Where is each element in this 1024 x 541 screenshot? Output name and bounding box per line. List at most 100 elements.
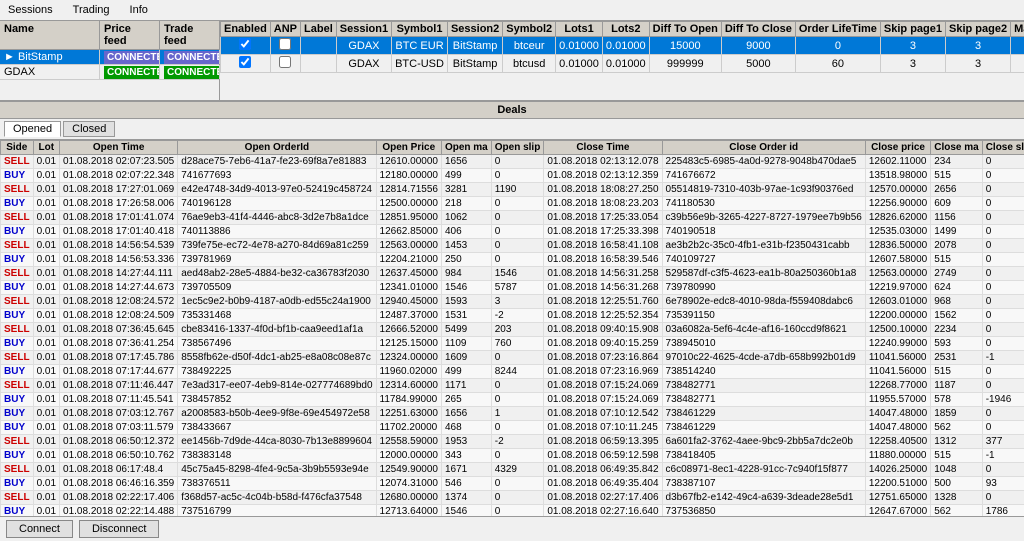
deals-row-25[interactable]: BUY 0.01 01.08.2018 02:22:14.488 7375167… — [1, 505, 1024, 517]
td-close-price: 13518.98000 — [865, 169, 930, 183]
td-skip2-2: 3 — [946, 55, 1011, 73]
menu-trading[interactable]: Trading — [69, 2, 114, 18]
td-skip1-1: 3 — [880, 37, 945, 55]
td-enabled-2[interactable] — [221, 55, 271, 73]
td-open-time: 01.08.2018 06:50:12.372 — [60, 435, 178, 449]
deals-row-15[interactable]: BUY 0.01 01.08.2018 07:17:44.677 7384922… — [1, 365, 1024, 379]
checkbox-enabled-2[interactable] — [239, 56, 251, 68]
th-symbol2: Symbol2 — [503, 22, 556, 37]
deals-row-5[interactable]: BUY 0.01 01.08.2018 17:01:40.418 7401138… — [1, 225, 1024, 239]
deals-row-20[interactable]: SELL 0.01 01.08.2018 06:50:12.372 ee1456… — [1, 435, 1024, 449]
sessions-header: Name Price feed Trade feed — [0, 21, 219, 50]
checkbox-anp-2[interactable] — [279, 56, 291, 68]
th-lot: Lot — [33, 141, 59, 155]
td-close-ma: 562 — [931, 505, 982, 517]
td-open-ma: 1171 — [441, 379, 491, 393]
session-row-gdax[interactable]: GDAX CONNECTED CONNECTED — [0, 65, 219, 80]
td-anp-1[interactable] — [270, 37, 300, 55]
tab-closed[interactable]: Closed — [63, 121, 115, 137]
td-close-time: 01.08.2018 16:58:41.108 — [544, 239, 662, 253]
td-open-price: 11702.20000 — [376, 421, 441, 435]
tab-opened[interactable]: Opened — [4, 121, 61, 137]
deals-row-0[interactable]: SELL 0.01 01.08.2018 02:07:23.505 d28ace… — [1, 155, 1024, 169]
deals-row-10[interactable]: SELL 0.01 01.08.2018 12:08:24.572 1ec5c9… — [1, 295, 1024, 309]
session-trade-gdax: CONNECTED — [160, 65, 220, 79]
checkbox-anp-1[interactable] — [279, 38, 291, 50]
td-close-ma: 609 — [931, 197, 982, 211]
td-open-slip: 0 — [491, 505, 544, 517]
deals-row-11[interactable]: BUY 0.01 01.08.2018 12:08:24.509 7353314… — [1, 309, 1024, 323]
td-close-orderid: 03a6082a-5ef6-4c4e-af16-160ccd9f8621 — [662, 323, 865, 337]
trading-row-2[interactable]: GDAX BTC-USD BitStamp btcusd 0.01000 0.0… — [221, 55, 1024, 73]
td-side: BUY — [1, 169, 34, 183]
deals-row-7[interactable]: BUY 0.01 01.08.2018 14:56:53.336 7397819… — [1, 253, 1024, 267]
deals-row-2[interactable]: SELL 0.01 01.08.2018 17:27:01.069 e42e47… — [1, 183, 1024, 197]
td-skip1-2: 3 — [880, 55, 945, 73]
td-open-orderid: 739781969 — [178, 253, 376, 267]
deals-row-4[interactable]: SELL 0.01 01.08.2018 17:01:41.074 76ae9e… — [1, 211, 1024, 225]
menu-sessions[interactable]: Sessions — [4, 2, 57, 18]
deals-row-19[interactable]: BUY 0.01 01.08.2018 07:03:11.579 7384336… — [1, 421, 1024, 435]
td-close-orderid: 739780990 — [662, 281, 865, 295]
td-open-orderid: 8558fb62e-d50f-4dc1-ab25-e8a08c08e87c — [178, 351, 376, 365]
td-open-ma: 5499 — [441, 323, 491, 337]
checkbox-enabled-1[interactable] — [239, 38, 251, 50]
td-close-price: 12219.97000 — [865, 281, 930, 295]
deals-tbody: SELL 0.01 01.08.2018 02:07:23.505 d28ace… — [1, 155, 1024, 517]
session-row-bitstamp[interactable]: ► BitStamp CONNECTED CONNECTED — [0, 50, 219, 65]
deals-row-1[interactable]: BUY 0.01 01.08.2018 02:07:22.348 7416776… — [1, 169, 1024, 183]
td-open-price: 12563.00000 — [376, 239, 441, 253]
deals-header-row: Side Lot Open Time Open OrderId Open Pri… — [1, 141, 1024, 155]
deals-row-14[interactable]: SELL 0.01 01.08.2018 07:17:45.786 8558fb… — [1, 351, 1024, 365]
td-close-orderid: 6e78902e-edc8-4010-98da-f559408dabc6 — [662, 295, 865, 309]
deals-row-12[interactable]: SELL 0.01 01.08.2018 07:36:45.645 cbe834… — [1, 323, 1024, 337]
td-close-orderid: 738418405 — [662, 449, 865, 463]
td-close-price: 14047.48000 — [865, 407, 930, 421]
deals-row-22[interactable]: SELL 0.01 01.08.2018 06:17:48.4 45c75a45… — [1, 463, 1024, 477]
td-close-slip: 0 — [982, 239, 1024, 253]
deals-row-17[interactable]: BUY 0.01 01.08.2018 07:11:45.541 7384578… — [1, 393, 1024, 407]
deals-row-18[interactable]: BUY 0.01 01.08.2018 07:03:12.767 a200858… — [1, 407, 1024, 421]
td-enabled-1[interactable] — [221, 37, 271, 55]
deals-row-8[interactable]: SELL 0.01 01.08.2018 14:27:44.111 aed48a… — [1, 267, 1024, 281]
td-open-ma: 1531 — [441, 309, 491, 323]
td-close-orderid: 740190518 — [662, 225, 865, 239]
td-close-slip: 0 — [982, 211, 1024, 225]
td-close-orderid: 738461229 — [662, 421, 865, 435]
deals-row-6[interactable]: SELL 0.01 01.08.2018 14:56:54.539 739fe7… — [1, 239, 1024, 253]
td-close-time: 01.08.2018 02:27:16.640 — [544, 505, 662, 517]
td-open-orderid: 739705509 — [178, 281, 376, 295]
deals-row-23[interactable]: BUY 0.01 01.08.2018 06:46:16.359 7383765… — [1, 477, 1024, 491]
td-open-time: 01.08.2018 07:11:46.447 — [60, 379, 178, 393]
td-open-slip: 5787 — [491, 281, 544, 295]
sessions-panel: Name Price feed Trade feed ► BitStamp CO… — [0, 21, 220, 100]
deals-row-13[interactable]: BUY 0.01 01.08.2018 07:36:41.254 7385674… — [1, 337, 1024, 351]
td-close-ma: 515 — [931, 365, 982, 379]
td-open-price: 12314.60000 — [376, 379, 441, 393]
td-open-time: 01.08.2018 07:11:45.541 — [60, 393, 178, 407]
deals-row-3[interactable]: BUY 0.01 01.08.2018 17:26:58.006 7401961… — [1, 197, 1024, 211]
trading-row-1[interactable]: GDAX BTC EUR BitStamp btceur 0.01000 0.0… — [221, 37, 1024, 55]
td-close-ma: 2656 — [931, 183, 982, 197]
td-close-slip: 0 — [982, 155, 1024, 169]
deals-row-9[interactable]: BUY 0.01 01.08.2018 14:27:44.673 7397055… — [1, 281, 1024, 295]
td-open-time: 01.08.2018 07:36:45.645 — [60, 323, 178, 337]
disconnect-button[interactable]: Disconnect — [79, 520, 159, 538]
td-open-slip: 1190 — [491, 183, 544, 197]
td-close-time: 01.08.2018 02:13:12.078 — [544, 155, 662, 169]
connect-button[interactable]: Connect — [6, 520, 73, 538]
td-open-ma: 1609 — [441, 351, 491, 365]
menu-info[interactable]: Info — [126, 2, 152, 18]
td-open-time: 01.08.2018 02:22:14.488 — [60, 505, 178, 517]
td-anp-2[interactable] — [270, 55, 300, 73]
th-lifetime: Order LifeTime — [795, 22, 880, 37]
td-side: SELL — [1, 267, 34, 281]
deals-row-21[interactable]: BUY 0.01 01.08.2018 06:50:10.762 7383831… — [1, 449, 1024, 463]
td-close-ma: 515 — [931, 169, 982, 183]
deals-row-16[interactable]: SELL 0.01 01.08.2018 07:11:46.447 7e3ad3… — [1, 379, 1024, 393]
td-open-price: 11784.99000 — [376, 393, 441, 407]
th-close-ma: Close ma — [931, 141, 982, 155]
th-open-orderid: Open OrderId — [178, 141, 376, 155]
td-side: SELL — [1, 491, 34, 505]
deals-row-24[interactable]: SELL 0.01 01.08.2018 02:22:17.406 f368d5… — [1, 491, 1024, 505]
